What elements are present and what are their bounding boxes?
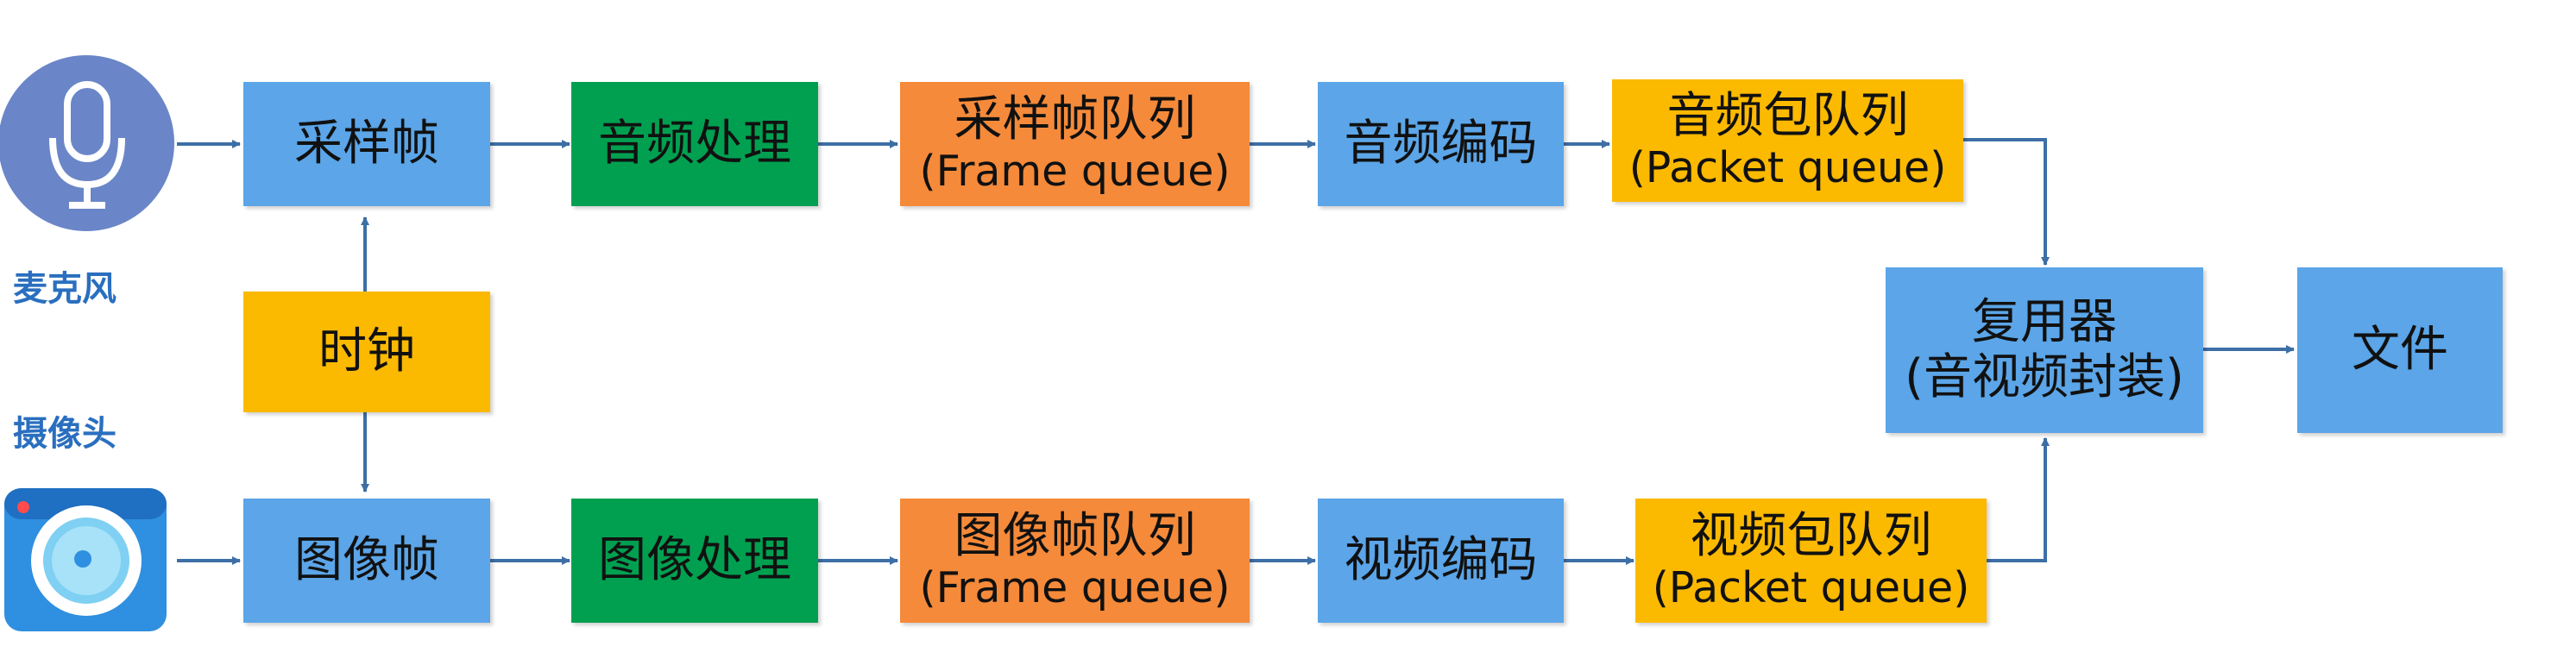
clock-box: 时钟 [243, 292, 490, 412]
audio-encoder-box: 音频编码 [1318, 82, 1564, 206]
camera-label: 摄像头 [13, 414, 117, 454]
audio-processing-label: 音频处理 [598, 115, 791, 172]
video-frame-queue-title: 图像帧队列 [954, 507, 1196, 564]
audio-processing-box: 音频处理 [571, 82, 818, 206]
microphone-icon [0, 55, 174, 231]
arrow-video-packet-queue-to-muxer [1987, 437, 2050, 562]
video-frame-queue-box: 图像帧队列 (Frame queue) [900, 499, 1250, 623]
image-processing-label: 图像处理 [598, 531, 791, 588]
camera-icon [4, 488, 167, 631]
video-packet-queue-title: 视频包队列 [1690, 507, 1932, 564]
audio-frame-queue-box: 采样帧队列 (Frame queue) [900, 82, 1250, 206]
sample-frame-box: 采样帧 [243, 82, 490, 206]
audio-video-pipeline-diagram: 麦克风 摄像头 采样帧 音频处理 采样帧队列 (Frame queue) 音频编… [0, 0, 2576, 665]
image-processing-box: 图像处理 [571, 499, 818, 623]
microphone-label: 麦克风 [13, 269, 117, 309]
audio-frame-queue-subtitle: (Frame queue) [919, 147, 1231, 197]
output-file-box: 文件 [2297, 267, 2503, 433]
arrow-audio-packet-queue-to-muxer [1963, 138, 2050, 266]
video-packet-queue-box: 视频包队列 (Packet queue) [1635, 499, 1987, 623]
video-frame-queue-subtitle: (Frame queue) [919, 563, 1231, 613]
video-packet-queue-subtitle: (Packet queue) [1652, 563, 1970, 613]
sample-frame-label: 采样帧 [294, 115, 439, 172]
image-frame-label: 图像帧 [294, 531, 439, 588]
video-encoder-label: 视频编码 [1344, 531, 1538, 588]
image-frame-box: 图像帧 [243, 499, 490, 623]
video-encoder-box: 视频编码 [1318, 499, 1564, 623]
audio-packet-queue-subtitle: (Packet queue) [1628, 143, 1947, 193]
output-file-label: 文件 [2352, 321, 2448, 378]
muxer-box: 复用器 (音视频封装) [1886, 267, 2203, 433]
audio-frame-queue-title: 采样帧队列 [954, 91, 1196, 147]
audio-packet-queue-title: 音频包队列 [1666, 87, 1909, 144]
muxer-subtitle: (音视频封装) [1905, 349, 2184, 405]
clock-label: 时钟 [318, 323, 415, 380]
muxer-title: 复用器 [1972, 293, 2117, 350]
audio-packet-queue-box: 音频包队列 (Packet queue) [1612, 79, 1963, 202]
audio-encoder-label: 音频编码 [1344, 115, 1538, 172]
